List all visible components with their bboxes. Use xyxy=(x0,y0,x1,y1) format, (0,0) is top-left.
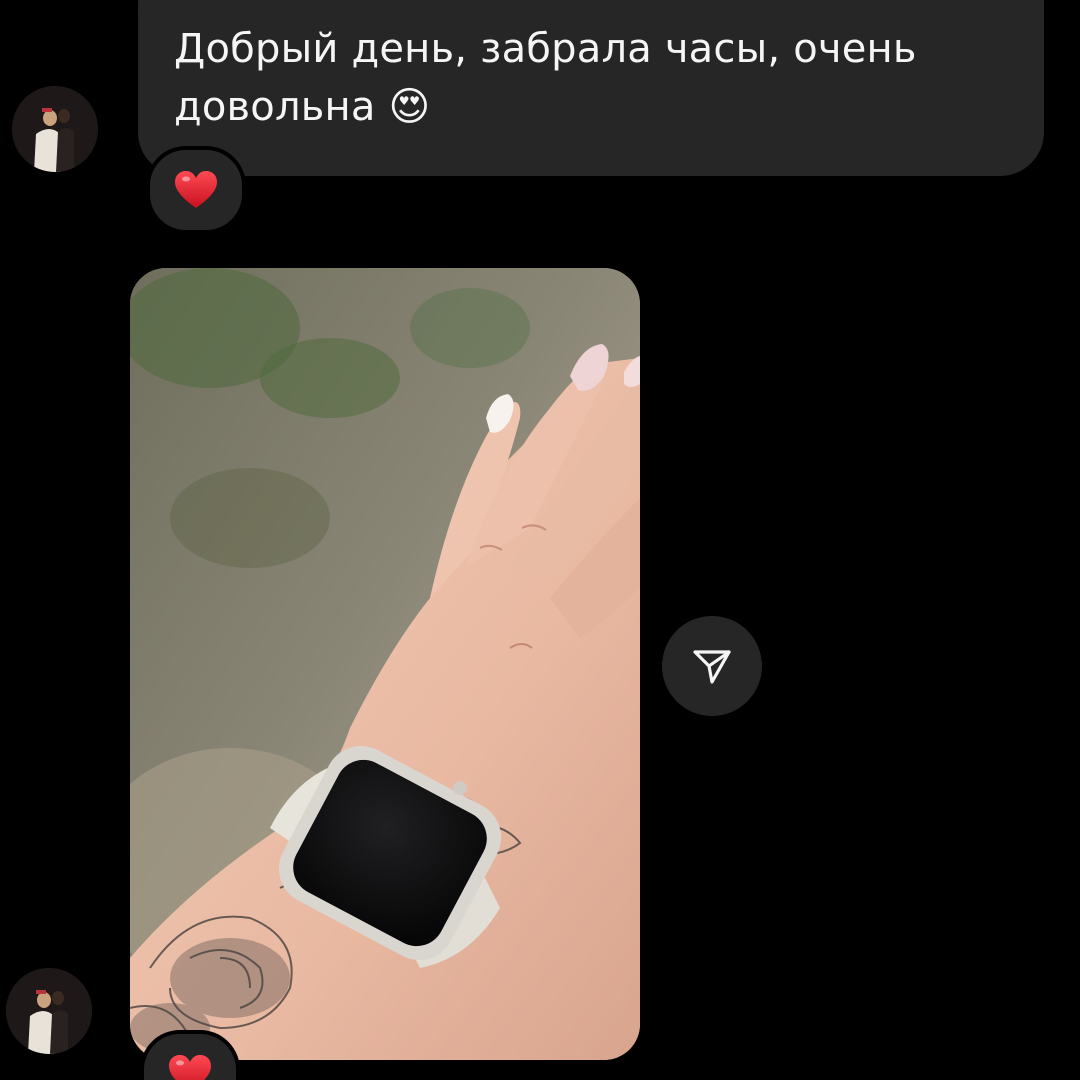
paper-plane-icon xyxy=(693,650,731,684)
share-button[interactable] xyxy=(662,616,762,716)
photo-message[interactable] xyxy=(130,268,640,1060)
message-text: Добрый день, забрала часы, очень довольн… xyxy=(174,26,917,130)
chat-screen: Добрый день, забрала часы, очень довольн… xyxy=(0,0,1080,1080)
red-heart-icon xyxy=(175,171,217,208)
avatar-image xyxy=(6,968,92,1054)
red-heart-icon xyxy=(169,1055,211,1080)
sender-avatar[interactable] xyxy=(6,968,92,1054)
message-bubble[interactable]: Добрый день, забрала часы, очень довольн… xyxy=(138,0,1044,176)
wrist-watch-photo xyxy=(130,268,640,1060)
sender-avatar[interactable] xyxy=(12,86,98,172)
avatar-image xyxy=(12,86,98,172)
message-reaction[interactable] xyxy=(146,146,246,234)
